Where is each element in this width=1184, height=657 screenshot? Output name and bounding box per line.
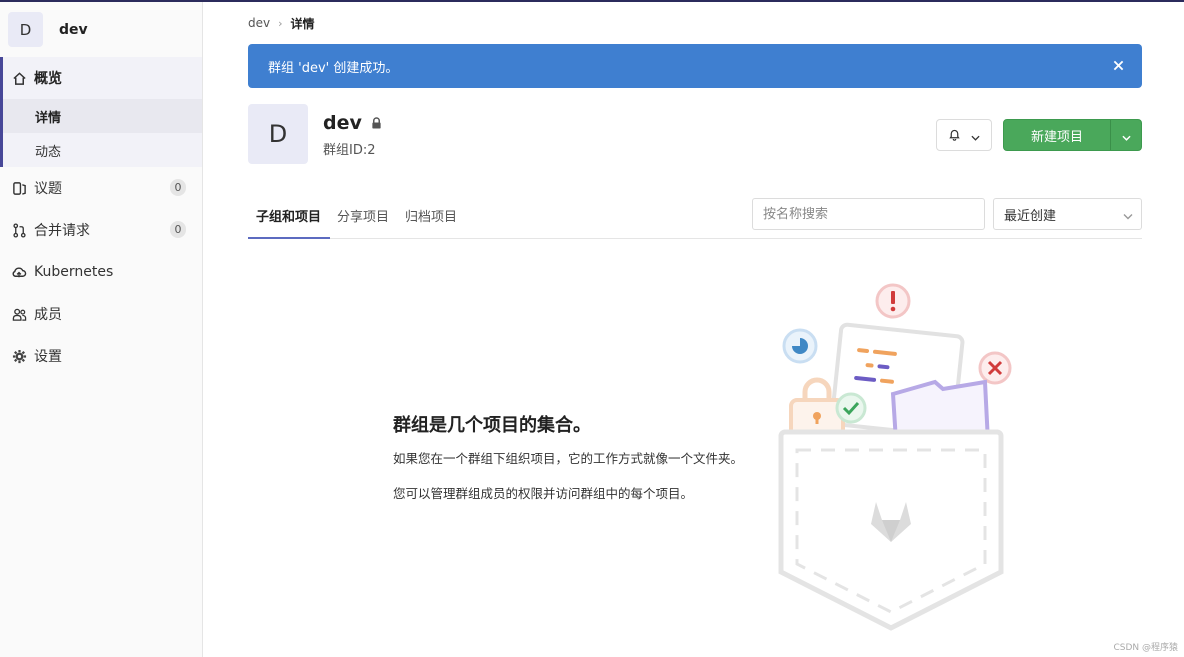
sidebar-overview-section: 概览 详情 动态 [0,57,202,167]
flash-message: 群组 'dev' 创建成功。 [268,60,399,76]
empty-state-description-1: 如果您在一个群组下组织项目，它的工作方式就像一个文件夹。 [393,451,744,466]
group-header: D dev 群组ID:2 新建项目 [248,102,1142,198]
tab-shared-projects[interactable]: 分享项目 [337,206,389,239]
merge-requests-count-badge: 0 [170,221,186,238]
close-icon[interactable] [1110,57,1126,73]
sidebar-item-members[interactable]: 成员 [0,293,202,335]
issues-icon [11,180,27,196]
gear-icon [11,348,27,364]
sidebar-item-label: Kubernetes [34,264,114,280]
group-title: dev [323,112,382,134]
chevron-down-icon [971,126,980,145]
breadcrumb: dev › 详情 [248,2,1142,44]
sidebar-item-overview[interactable]: 概览 [3,57,202,99]
new-project-dropdown-toggle[interactable] [1110,120,1141,150]
group-tabs: 子组和项目 分享项目 归档项目 最近创建 [248,198,1142,239]
group-name: dev [323,112,362,134]
bell-icon [948,126,961,145]
group-id: 群组ID:2 [323,143,376,158]
sidebar-item-label: 议题 [34,181,62,197]
new-project-button[interactable]: 新建项目 [1004,120,1110,150]
breadcrumb-current: 详情 [290,16,315,31]
search-input[interactable] [752,198,985,230]
chevron-down-icon [1121,126,1131,145]
breadcrumb-parent-link[interactable]: dev [248,16,270,30]
tab-subgroups-and-projects[interactable]: 子组和项目 [248,206,330,239]
sidebar-item-label: 成员 [34,307,62,323]
notification-dropdown-button[interactable] [936,119,992,151]
group-avatar: D [248,104,308,164]
lock-icon [371,112,382,134]
group-avatar-small: D [8,12,43,47]
sidebar-item-label: 合并请求 [34,223,90,239]
flash-notice: 群组 'dev' 创建成功。 [248,44,1142,88]
sidebar-item-issues[interactable]: 议题 0 [0,167,202,209]
new-project-split-button: 新建项目 [1003,119,1142,151]
group-context-name: dev [59,21,88,38]
issues-count-badge: 0 [170,179,186,196]
users-icon [11,306,27,322]
sidebar: D dev 概览 详情 动态 议题 0 合并请求 0 Kubernetes 成员… [0,2,203,657]
sidebar-item-label: 设置 [34,349,62,365]
cloud-icon [11,264,27,280]
sort-dropdown[interactable]: 最近创建 [993,198,1142,230]
sidebar-item-label: 概览 [34,71,62,87]
empty-state-illustration [775,282,1020,636]
sidebar-item-settings[interactable]: 设置 [0,335,202,377]
empty-state-title: 群组是几个项目的集合。 [393,415,591,436]
home-icon [11,70,27,86]
chevron-down-icon [1123,209,1133,224]
sidebar-subitem-activity[interactable]: 动态 [3,133,202,167]
empty-state-description-2: 您可以管理群组成员的权限并访问群组中的每个项目。 [393,486,694,501]
sort-selected: 最近创建 [1004,208,1057,224]
watermark: CSDN @程序猿 [1113,643,1178,653]
sidebar-subitem-details[interactable]: 详情 [3,99,202,133]
tab-archived-projects[interactable]: 归档项目 [405,206,457,239]
chevron-right-icon: › [278,16,283,30]
sidebar-item-kubernetes[interactable]: Kubernetes [0,251,202,293]
main-content: dev › 详情 群组 'dev' 创建成功。 D dev 群组ID:2 新建项… [248,2,1142,239]
merge-request-icon [11,222,27,238]
group-context-header[interactable]: D dev [0,2,202,57]
sidebar-item-merge-requests[interactable]: 合并请求 0 [0,209,202,251]
